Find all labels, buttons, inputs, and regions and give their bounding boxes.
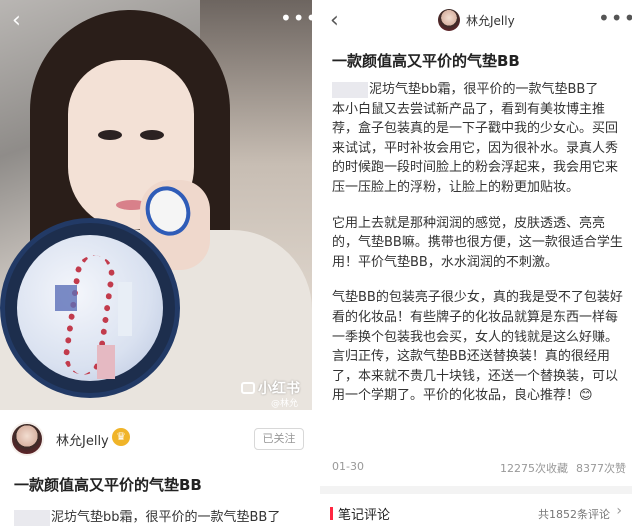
author-row: 林允Jelly ♛ 已关注: [0, 416, 312, 460]
more-ellipsis-icon[interactable]: •••: [280, 8, 312, 28]
avatar[interactable]: [438, 9, 460, 31]
author-name[interactable]: 林允Jelly: [56, 430, 109, 449]
note-paragraph: 泥坊气垫bb霜，很平价的一款气垫BB了: [332, 80, 624, 100]
avatar[interactable]: [10, 422, 44, 456]
note-paragraph: 本小白鼠又去尝试新产品了，看到有美妆博主推荐，盒子包装真的是一下子戳中我的少女心…: [332, 101, 619, 195]
follow-button[interactable]: 已关注: [254, 428, 304, 450]
xiaohongshu-watermark: 小红书: [241, 378, 300, 398]
left-note-panel: ‹ ••• 小红书 @林允 林允Jelly ♛ 已关注 一款颜值高又平价的气垫B…: [0, 0, 312, 532]
mosaic-blur: [332, 81, 368, 98]
right-note-detail-panel: ‹ 林允Jelly ••• 一款颜值高又平价的气垫BB 泥坊气垫bb霜，很平价的…: [320, 0, 632, 532]
collect-count: 12275次收藏: [500, 462, 568, 475]
panel-divider: [312, 0, 320, 532]
comments-count[interactable]: 共1852条评论: [538, 506, 610, 522]
note-title: 一款颜值高又平价的气垫BB: [332, 52, 520, 70]
note-snippet: 泥坊气垫bb霜，很平价的一款气垫BB了: [14, 506, 280, 526]
comments-label: 笔记评论: [338, 508, 391, 523]
note-paragraph: 气垫BB的包装亮子很少女，真的我是受不了包装好看的化妆品！有些牌子的化妆品就算是…: [332, 290, 623, 404]
mosaic-blur: [14, 509, 50, 526]
back-chevron-icon[interactable]: ‹: [12, 10, 21, 32]
cushion-compact: [0, 218, 180, 398]
comments-section-header[interactable]: 笔记评论 共1852条评论 ›: [320, 494, 632, 532]
post-date: 01-30: [332, 460, 364, 473]
note-body: 泥坊气垫bb霜，很平价的一款气垫BB了 本小白鼠又去尝试新产品了，看到有美妆博主…: [332, 80, 624, 422]
section-divider: [320, 486, 632, 494]
header-author-name[interactable]: 林允Jelly: [466, 12, 515, 29]
right-eye: [140, 130, 164, 140]
camera-icon: [241, 382, 255, 394]
chevron-right-icon[interactable]: ›: [616, 503, 622, 519]
watermark-handle: @林允: [270, 399, 298, 409]
note-header: ‹ 林允Jelly •••: [320, 0, 632, 40]
mosaic-blur: [118, 282, 132, 336]
note-title: 一款颜值高又平价的气垫BB: [14, 476, 202, 494]
more-ellipsis-icon[interactable]: •••: [598, 8, 632, 28]
crown-icon: ♛: [112, 428, 130, 446]
note-cover-photo[interactable]: ‹ ••• 小红书 @林允: [0, 0, 312, 410]
back-chevron-icon[interactable]: ‹: [330, 8, 339, 33]
accent-bar: [330, 507, 333, 520]
like-count: 8377次赞: [576, 462, 626, 475]
note-paragraph: 它用上去就是那种润润的感觉，皮肤透透、亮亮的，气垫BB嘛。携带也很方便，这一款很…: [332, 215, 623, 270]
compact-mirror: [17, 235, 163, 381]
left-eye: [98, 130, 122, 140]
mosaic-blur: [55, 285, 77, 311]
mosaic-blur: [97, 345, 115, 379]
